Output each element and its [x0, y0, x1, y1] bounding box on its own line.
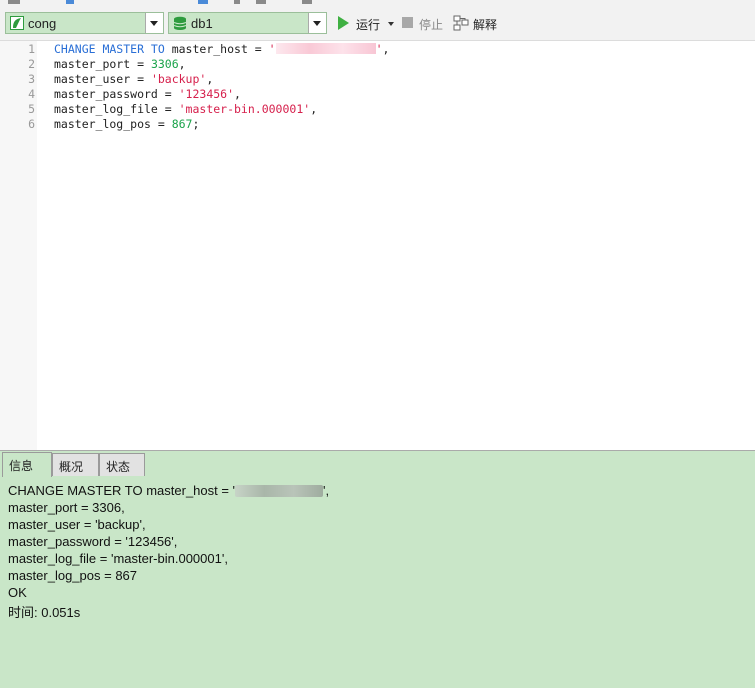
line-number: 3 — [28, 72, 35, 86]
message-line: master_user = 'backup', — [8, 517, 146, 532]
line-number: 6 — [28, 117, 35, 131]
code-line[interactable]: CHANGE MASTER TO master_host = ' ', — [54, 42, 389, 56]
stop-icon — [402, 17, 413, 28]
redacted-host — [275, 43, 376, 54]
code-line[interactable]: master_password = '123456', — [54, 87, 241, 101]
database-icon — [173, 16, 187, 30]
code-token: 'master-bin.000001' — [178, 102, 311, 116]
code-token: CHANGE MASTER TO — [54, 42, 165, 56]
line-number: 4 — [28, 87, 35, 101]
code-token: , — [206, 72, 214, 86]
message-line: master_log_pos = 867 — [8, 568, 137, 583]
message-text: master_log_pos = 867 — [8, 568, 138, 583]
code-token: , — [178, 57, 186, 71]
toolbar: cong db1 运行 停止 解释 — [0, 0, 755, 41]
code-token: master_log_pos = — [54, 117, 172, 131]
connection-select[interactable]: cong — [5, 12, 164, 34]
code-token: master_user = — [54, 72, 151, 86]
message-text: master_password = '123456', — [8, 534, 178, 549]
message-text: master_user = 'backup', — [8, 517, 146, 532]
code-token: '123456' — [178, 87, 235, 101]
database-value: db1 — [191, 16, 213, 31]
message-line: CHANGE MASTER TO master_host = ' ', — [8, 483, 329, 498]
run-label: 运行 — [356, 18, 381, 32]
tab-info[interactable]: 信息 — [2, 452, 52, 477]
run-dropdown-icon[interactable] — [388, 22, 394, 26]
code-token: master_port = — [54, 57, 151, 71]
message-line: 时间: 0.051s — [8, 602, 80, 621]
tab-overview[interactable]: 概况 — [52, 453, 99, 476]
message-line: master_password = '123456', — [8, 534, 177, 549]
message-text: master_port = 3306, — [8, 500, 125, 515]
run-button[interactable]: 运行 — [338, 15, 396, 33]
message-text: CHANGE MASTER TO master_host = ' — [8, 483, 236, 498]
code-token: master_password = — [54, 87, 179, 101]
play-icon — [338, 16, 349, 30]
line-number: 1 — [28, 42, 35, 56]
sql-editor[interactable]: 1 CHANGE MASTER TO master_host = ' ', 2 mast… — [0, 41, 755, 450]
code-line[interactable]: master_log_pos = 867; — [54, 117, 199, 131]
code-token: master_host = — [164, 42, 269, 56]
message-text: ', — [323, 483, 330, 498]
redacted-host — [235, 485, 324, 497]
code-token: ; — [192, 117, 200, 131]
chevron-down-icon[interactable] — [145, 13, 163, 33]
code-token: 'backup' — [150, 72, 207, 86]
message-line: master_log_file = 'master-bin.000001', — [8, 551, 228, 566]
database-select[interactable]: db1 — [168, 12, 327, 34]
connection-icon — [10, 16, 24, 30]
message-text: master_log_file = 'master-bin.000001', — [8, 551, 228, 566]
code-token: 867 — [171, 117, 193, 131]
code-line[interactable]: master_port = 3306, — [54, 57, 186, 71]
code-token: , — [310, 102, 318, 116]
stop-button[interactable]: 停止 — [402, 15, 446, 33]
code-line[interactable]: master_log_file = 'master-bin.000001', — [54, 102, 317, 116]
code-line[interactable]: master_user = 'backup', — [54, 72, 213, 86]
line-number: 5 — [28, 102, 35, 116]
code-token: master_log_file = — [54, 102, 179, 116]
explain-icon — [453, 15, 469, 31]
code-token: ' — [268, 42, 276, 56]
code-token: ' — [375, 42, 383, 56]
connection-value: cong — [28, 16, 57, 31]
message-text: 时间: 0.051s — [8, 605, 81, 620]
code-token: , — [234, 87, 241, 101]
stop-label: 停止 — [419, 18, 444, 32]
explain-label: 解释 — [473, 18, 498, 32]
explain-button[interactable]: 解释 — [453, 15, 501, 33]
message-text: OK — [8, 585, 27, 600]
chevron-down-icon[interactable] — [308, 13, 326, 33]
line-number: 2 — [28, 57, 35, 71]
result-pane: 信息 概况 状态 CHANGE MASTER TO master_host = … — [0, 450, 755, 688]
message-line: OK — [8, 585, 27, 600]
code-token: 3306 — [150, 57, 179, 71]
code-token: , — [382, 42, 390, 56]
message-line: master_port = 3306, — [8, 500, 125, 515]
tab-status[interactable]: 状态 — [99, 453, 145, 476]
toolbar-top-strip — [0, 0, 755, 4]
